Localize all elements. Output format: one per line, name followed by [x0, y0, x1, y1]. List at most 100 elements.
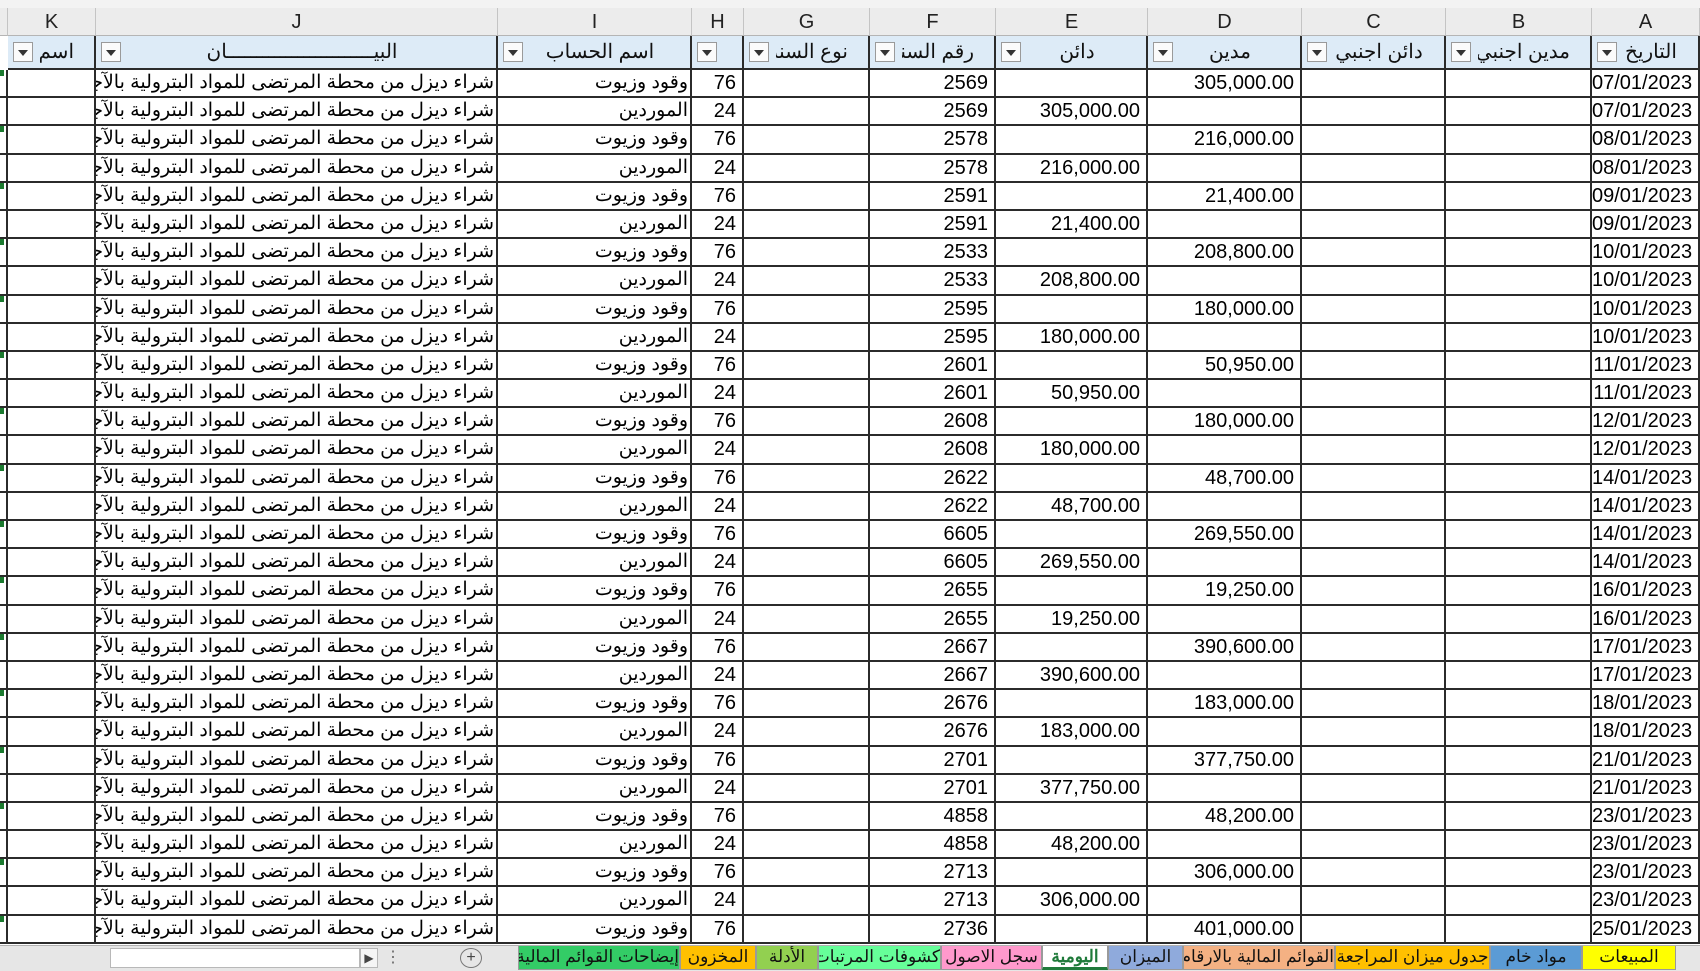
cell-j[interactable]: شراء ديزل من محطة المرتضى للمواد البترول… — [96, 915, 498, 944]
cell-j[interactable]: شراء ديزل من محطة المرتضى للمواد البترول… — [96, 126, 498, 155]
cell-g[interactable] — [744, 182, 870, 211]
cell-c[interactable] — [1302, 98, 1446, 127]
cell-h[interactable]: 24 — [692, 98, 744, 127]
cell-c[interactable] — [1302, 380, 1446, 409]
cell-k[interactable] — [8, 521, 96, 550]
cell-j[interactable]: شراء ديزل من محطة المرتضى للمواد البترول… — [96, 661, 498, 691]
filter-dropdown-icon[interactable] — [13, 42, 33, 62]
cell-b[interactable] — [1446, 210, 1592, 240]
cell-j[interactable]: شراء ديزل من محطة المرتضى للمواد البترول… — [96, 718, 498, 747]
filter-dropdown-icon[interactable] — [101, 42, 121, 62]
cell-j[interactable]: شراء ديزل من محطة المرتضى للمواد البترول… — [96, 802, 498, 832]
cell-d[interactable] — [1148, 210, 1302, 240]
cell-b[interactable] — [1446, 831, 1592, 860]
cell-g[interactable] — [744, 492, 870, 521]
cell-e[interactable] — [996, 521, 1148, 550]
cell-j[interactable]: شراء ديزل من محطة المرتضى للمواد البترول… — [96, 408, 498, 437]
cell-e[interactable]: 180,000.00 — [996, 436, 1148, 465]
cell-c[interactable] — [1302, 774, 1446, 803]
cell-c[interactable] — [1302, 351, 1446, 381]
cell-g[interactable] — [744, 661, 870, 691]
cell-h[interactable]: 24 — [692, 887, 744, 916]
add-sheet-icon[interactable]: + — [460, 948, 482, 968]
cell-e[interactable]: 216,000.00 — [996, 154, 1148, 183]
cell-d[interactable] — [1148, 267, 1302, 296]
cell-a[interactable]: 09/01/2023 — [1592, 182, 1700, 211]
cell-b[interactable] — [1446, 182, 1592, 211]
cell-d[interactable] — [1148, 98, 1302, 127]
cell-a[interactable]: 08/01/2023 — [1592, 154, 1700, 183]
cell-d[interactable]: 305,000.00 — [1148, 70, 1302, 99]
cell-k[interactable] — [8, 633, 96, 662]
cell-h[interactable]: 24 — [692, 718, 744, 747]
cell-b[interactable] — [1446, 492, 1592, 521]
cell-c[interactable] — [1302, 126, 1446, 155]
cell-g[interactable] — [744, 577, 870, 606]
cell-g[interactable] — [744, 267, 870, 296]
cell-h[interactable]: 24 — [692, 267, 744, 296]
sheet-tab[interactable]: المخزون — [680, 946, 756, 970]
cell-a[interactable]: 07/01/2023 — [1592, 98, 1700, 127]
cell-j[interactable]: شراء ديزل من محطة المرتضى للمواد البترول… — [96, 436, 498, 465]
cell-h[interactable]: 76 — [692, 126, 744, 155]
cell-h[interactable]: 24 — [692, 774, 744, 803]
cell-a[interactable]: 18/01/2023 — [1592, 690, 1700, 719]
cell-f[interactable]: 2578 — [870, 154, 996, 183]
cell-j[interactable]: شراء ديزل من محطة المرتضى للمواد البترول… — [96, 633, 498, 662]
cell-d[interactable] — [1148, 605, 1302, 634]
cell-g[interactable] — [744, 831, 870, 860]
cell-j[interactable]: شراء ديزل من محطة المرتضى للمواد البترول… — [96, 859, 498, 888]
cell-c[interactable] — [1302, 718, 1446, 747]
cell-f[interactable]: 2676 — [870, 690, 996, 719]
cell-h[interactable]: 76 — [692, 915, 744, 944]
cell-g[interactable] — [744, 605, 870, 634]
cell-a[interactable]: 23/01/2023 — [1592, 802, 1700, 832]
cell-i[interactable]: الموردين — [498, 605, 692, 634]
cell-k[interactable] — [8, 746, 96, 775]
cell-a[interactable]: 16/01/2023 — [1592, 605, 1700, 634]
cell-i[interactable]: الموردين — [498, 323, 692, 352]
cell-d[interactable]: 208,800.00 — [1148, 239, 1302, 268]
cell-j[interactable]: شراء ديزل من محطة المرتضى للمواد البترول… — [96, 464, 498, 493]
cell-a[interactable]: 10/01/2023 — [1592, 295, 1700, 324]
cell-f[interactable]: 2713 — [870, 887, 996, 916]
filter-dropdown-icon[interactable] — [1451, 42, 1471, 62]
cell-c[interactable] — [1302, 633, 1446, 662]
cell-k[interactable] — [8, 239, 96, 268]
cell-b[interactable] — [1446, 408, 1592, 437]
cell-k[interactable] — [8, 802, 96, 832]
cell-k[interactable] — [8, 70, 96, 99]
cell-g[interactable] — [744, 126, 870, 155]
cell-d[interactable] — [1148, 887, 1302, 916]
cell-c[interactable] — [1302, 859, 1446, 888]
cell-h[interactable]: 76 — [692, 859, 744, 888]
cell-d[interactable]: 269,550.00 — [1148, 521, 1302, 550]
column-letter-i[interactable]: I — [498, 8, 692, 36]
column-letter-e[interactable]: E — [996, 8, 1148, 36]
cell-g[interactable] — [744, 774, 870, 803]
cell-g[interactable] — [744, 323, 870, 352]
header-cell-g[interactable]: نوع السند — [744, 36, 870, 70]
cell-e[interactable]: 208,800.00 — [996, 267, 1148, 296]
cell-e[interactable]: 21,400.00 — [996, 210, 1148, 240]
cell-h[interactable]: 76 — [692, 690, 744, 719]
cell-e[interactable]: 390,600.00 — [996, 661, 1148, 691]
cell-i[interactable]: وقود وزيوت — [498, 915, 692, 944]
cell-b[interactable] — [1446, 239, 1592, 268]
cell-d[interactable]: 216,000.00 — [1148, 126, 1302, 155]
cell-f[interactable]: 2608 — [870, 408, 996, 437]
cell-b[interactable] — [1446, 126, 1592, 155]
sheet-tab[interactable]: مواد خام — [1490, 946, 1582, 970]
cell-f[interactable]: 4858 — [870, 802, 996, 832]
cell-a[interactable]: 12/01/2023 — [1592, 408, 1700, 437]
cell-e[interactable] — [996, 295, 1148, 324]
cell-e[interactable] — [996, 802, 1148, 832]
filter-dropdown-icon[interactable] — [749, 42, 769, 62]
cell-i[interactable]: وقود وزيوت — [498, 859, 692, 888]
cell-j[interactable]: شراء ديزل من محطة المرتضى للمواد البترول… — [96, 690, 498, 719]
cell-b[interactable] — [1446, 351, 1592, 381]
cell-i[interactable]: وقود وزيوت — [498, 746, 692, 775]
cell-c[interactable] — [1302, 577, 1446, 606]
cell-c[interactable] — [1302, 464, 1446, 493]
header-cell-h[interactable]: م الـ — [692, 36, 744, 70]
